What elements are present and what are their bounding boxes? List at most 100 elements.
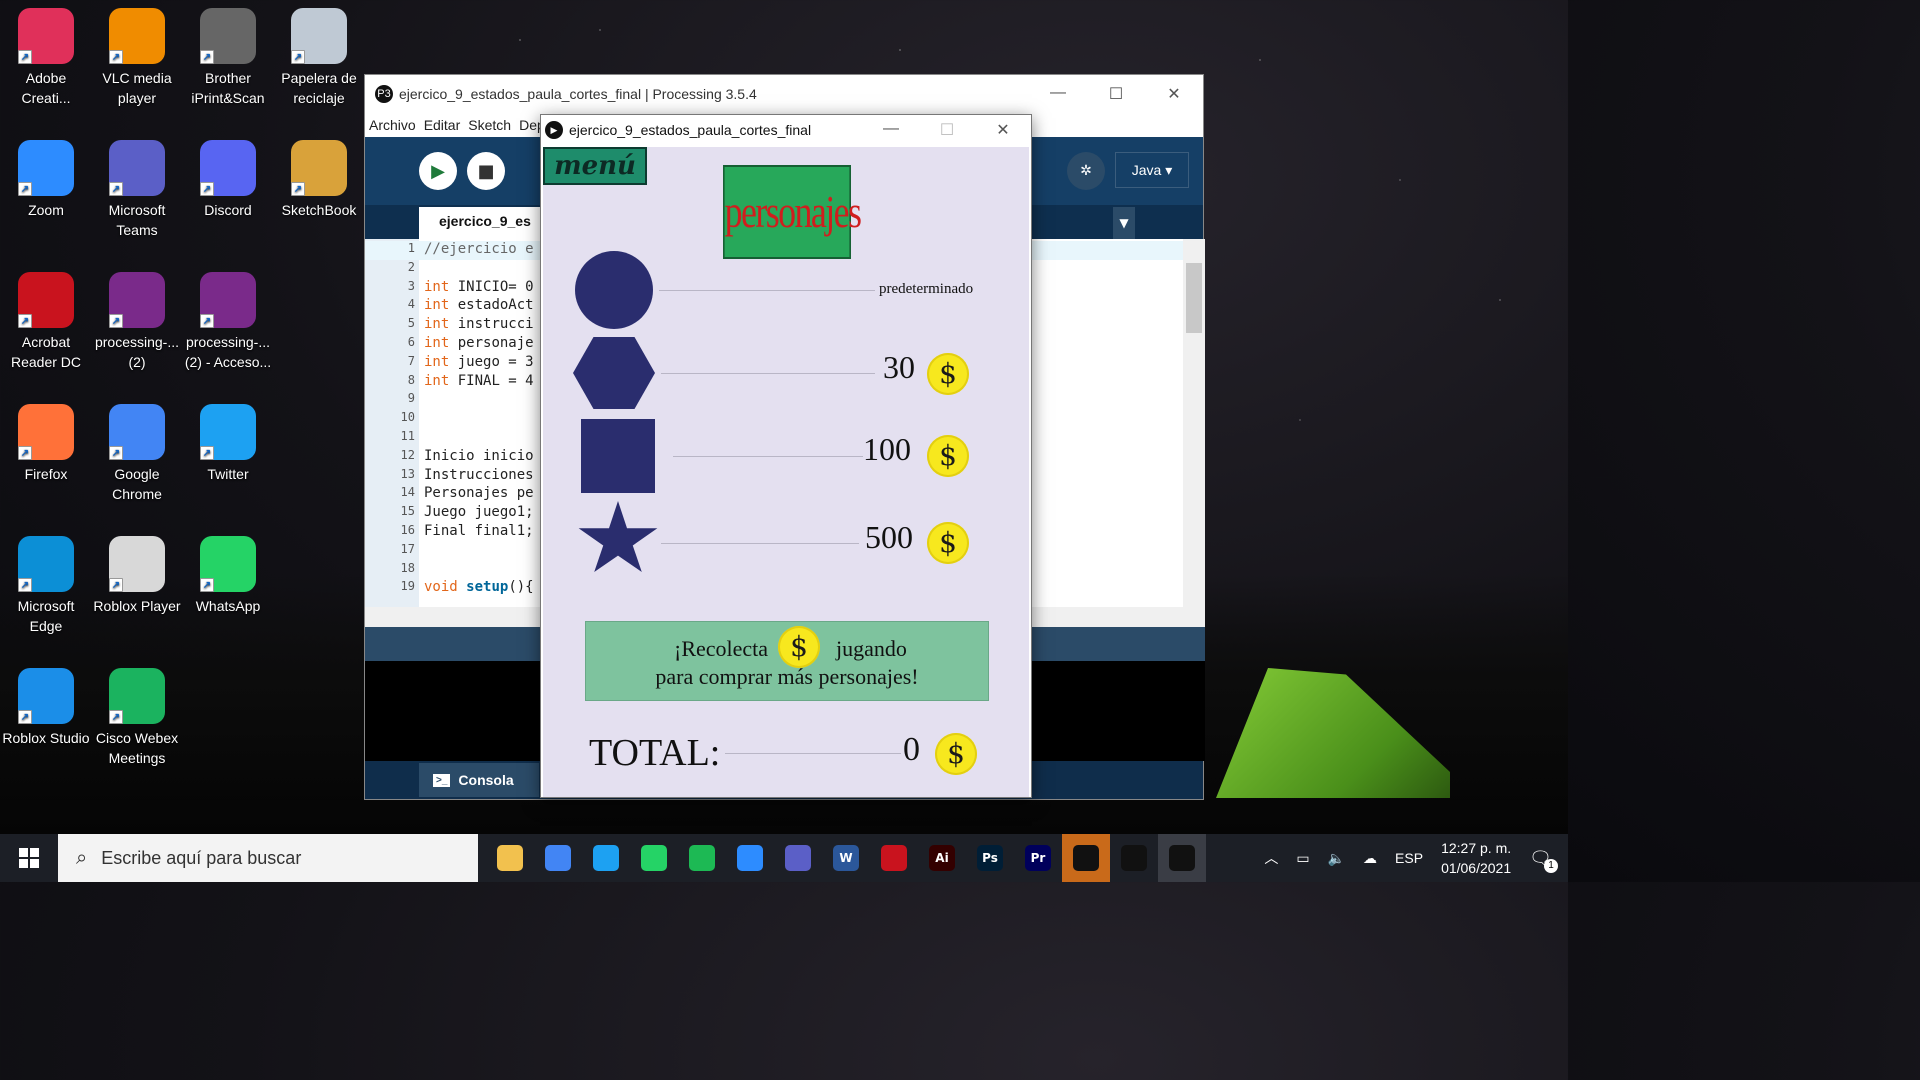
- character-circle[interactable]: [575, 251, 653, 329]
- shortcut-arrow-icon: ↗: [109, 446, 123, 460]
- shortcut-arrow-icon: ↗: [200, 314, 214, 328]
- shortcut-arrow-icon: ↗: [291, 182, 305, 196]
- sketchbook-icon: ↗: [291, 140, 347, 196]
- taskbar-app[interactable]: [1110, 834, 1158, 882]
- price-line: [659, 290, 875, 291]
- desktop-icon-label: Brother iPrint&Scan: [191, 70, 265, 106]
- mode-select[interactable]: Java ▾: [1115, 152, 1189, 188]
- line-number: 19: [400, 579, 415, 594]
- code-rest: juego = 3: [449, 353, 534, 370]
- close-button[interactable]: ✕: [975, 120, 1031, 140]
- desktop-icon[interactable]: ↗ Google Chrome: [91, 400, 183, 504]
- desktop-icon[interactable]: ↗ processing-... (2) - Acceso...: [182, 268, 274, 372]
- taskbar-app[interactable]: [678, 834, 726, 882]
- taskbar-app[interactable]: Pr: [1014, 834, 1062, 882]
- coin-icon: $: [927, 353, 969, 395]
- battery-icon[interactable]: ▭: [1296, 850, 1309, 867]
- code-rest: //ejercicio e: [424, 241, 534, 257]
- desktop-icon[interactable]: ↗ WhatsApp: [182, 532, 274, 616]
- shortcut-arrow-icon: ↗: [18, 182, 32, 196]
- desktop-icon-label: Microsoft Teams: [108, 202, 166, 238]
- tab-sketch[interactable]: ejercico_9_es: [419, 207, 549, 239]
- taskbar-app[interactable]: [870, 834, 918, 882]
- taskbar-app[interactable]: [486, 834, 534, 882]
- sketch-title-bar[interactable]: ▶ ejercico_9_estados_paula_cortes_final …: [541, 115, 1031, 145]
- notifications-icon[interactable]: 🗨 1: [1529, 848, 1558, 873]
- character-square[interactable]: [581, 419, 655, 493]
- minimize-button[interactable]: —: [1029, 84, 1087, 104]
- coin-icon: $: [927, 522, 969, 564]
- taskbar-app[interactable]: [1158, 834, 1206, 882]
- taskbar-app[interactable]: Ps: [966, 834, 1014, 882]
- windows-start-button[interactable]: [0, 834, 58, 882]
- desktop-icon[interactable]: ↗ Cisco Webex Meetings: [91, 664, 183, 768]
- shortcut-arrow-icon: ↗: [18, 50, 32, 64]
- code-text: int personaje: [424, 335, 534, 351]
- maximize-button[interactable]: ☐: [919, 120, 975, 140]
- shortcut-arrow-icon: ↗: [200, 446, 214, 460]
- scrollbar-thumb[interactable]: [1186, 263, 1202, 333]
- clock[interactable]: 12:27 p. m. 01/06/2021: [1441, 838, 1511, 878]
- taskbar-app[interactable]: Ai: [918, 834, 966, 882]
- search-icon: ⌕: [76, 846, 88, 869]
- desktop-icon[interactable]: ↗ processing-... (2): [91, 268, 183, 372]
- desktop-icon[interactable]: ↗ Roblox Player: [91, 532, 183, 616]
- character-hexagon[interactable]: [573, 337, 655, 409]
- desktop-icon-label: Discord: [204, 202, 252, 218]
- desktop-icon-label: VLC media player: [102, 70, 172, 106]
- acrobat-icon: [881, 845, 907, 871]
- taskbar-app[interactable]: W: [822, 834, 870, 882]
- desktop-icon-label: Roblox Studio: [2, 730, 90, 746]
- menu-archivo[interactable]: Archivo: [369, 117, 416, 133]
- tab-menu-icon[interactable]: ▼: [1113, 207, 1135, 239]
- price-line: [673, 456, 863, 457]
- taskbar-app[interactable]: [774, 834, 822, 882]
- code-rest: FINAL = 4: [449, 372, 534, 389]
- desktop-icon[interactable]: ↗ SketchBook: [273, 136, 365, 220]
- taskbar-app[interactable]: [582, 834, 630, 882]
- taskbar-app[interactable]: [630, 834, 678, 882]
- collect-banner: ¡Recolecta $ jugando para comprar más pe…: [585, 621, 989, 701]
- onedrive-icon[interactable]: ☁: [1363, 850, 1377, 867]
- desktop-icon[interactable]: ↗ Firefox: [0, 400, 92, 484]
- code-text: int FINAL = 4: [424, 373, 534, 389]
- code-function: setup: [466, 579, 509, 596]
- menu-button[interactable]: menú: [543, 147, 647, 185]
- taskbar-app[interactable]: [726, 834, 774, 882]
- stop-button[interactable]: ■: [467, 152, 505, 190]
- taskbar-app[interactable]: [1062, 834, 1110, 882]
- desktop-icon[interactable]: ↗ VLC media player: [91, 4, 183, 108]
- desktop-icon[interactable]: ↗ Discord: [182, 136, 274, 220]
- shortcut-arrow-icon: ↗: [200, 578, 214, 592]
- desktop-icon[interactable]: ↗ Acrobat Reader DC: [0, 268, 92, 372]
- desktop-icon[interactable]: ↗ Microsoft Edge: [0, 532, 92, 636]
- close-button[interactable]: ✕: [1145, 84, 1203, 104]
- run-button[interactable]: ▶: [419, 152, 457, 190]
- editor-scrollbar[interactable]: [1183, 239, 1205, 609]
- maximize-button[interactable]: ☐: [1087, 84, 1145, 104]
- menu-sketch[interactable]: Sketch: [468, 117, 511, 133]
- desktop-icon[interactable]: ↗ Papelera de reciclaje: [273, 4, 365, 108]
- desktop-icon[interactable]: ↗ Roblox Studio: [0, 664, 92, 748]
- menu-editar[interactable]: Editar: [424, 117, 461, 133]
- search-box[interactable]: ⌕ Escribe aquí para buscar: [58, 834, 478, 882]
- language-indicator[interactable]: ESP: [1395, 850, 1423, 866]
- code-rest: estadoAct: [449, 297, 534, 314]
- desktop-icon[interactable]: ↗ Zoom: [0, 136, 92, 220]
- chevron-up-icon[interactable]: ︿: [1264, 848, 1278, 868]
- desktop-icon[interactable]: ↗ Brother iPrint&Scan: [182, 4, 274, 108]
- code-keyword: void: [424, 579, 458, 596]
- code-text: int instrucci: [424, 316, 534, 332]
- taskbar-app[interactable]: [534, 834, 582, 882]
- desktop-icon[interactable]: ↗ Twitter: [182, 400, 274, 484]
- roblox-icon: ↗: [109, 536, 165, 592]
- desktop-icon[interactable]: ↗ Microsoft Teams: [91, 136, 183, 240]
- ide-title-bar[interactable]: P3 ejercico_9_estados_paula_cortes_final…: [365, 75, 1203, 113]
- console-tab[interactable]: >_ Consola: [419, 763, 539, 797]
- code-rest: instrucci: [449, 316, 534, 333]
- minimize-button[interactable]: —: [863, 120, 919, 140]
- character-star[interactable]: [578, 501, 658, 572]
- desktop-icon[interactable]: ↗ Adobe Creati...: [0, 4, 92, 108]
- volume-icon[interactable]: 🔈: [1328, 850, 1345, 867]
- debugger-icon[interactable]: ✲: [1067, 152, 1105, 190]
